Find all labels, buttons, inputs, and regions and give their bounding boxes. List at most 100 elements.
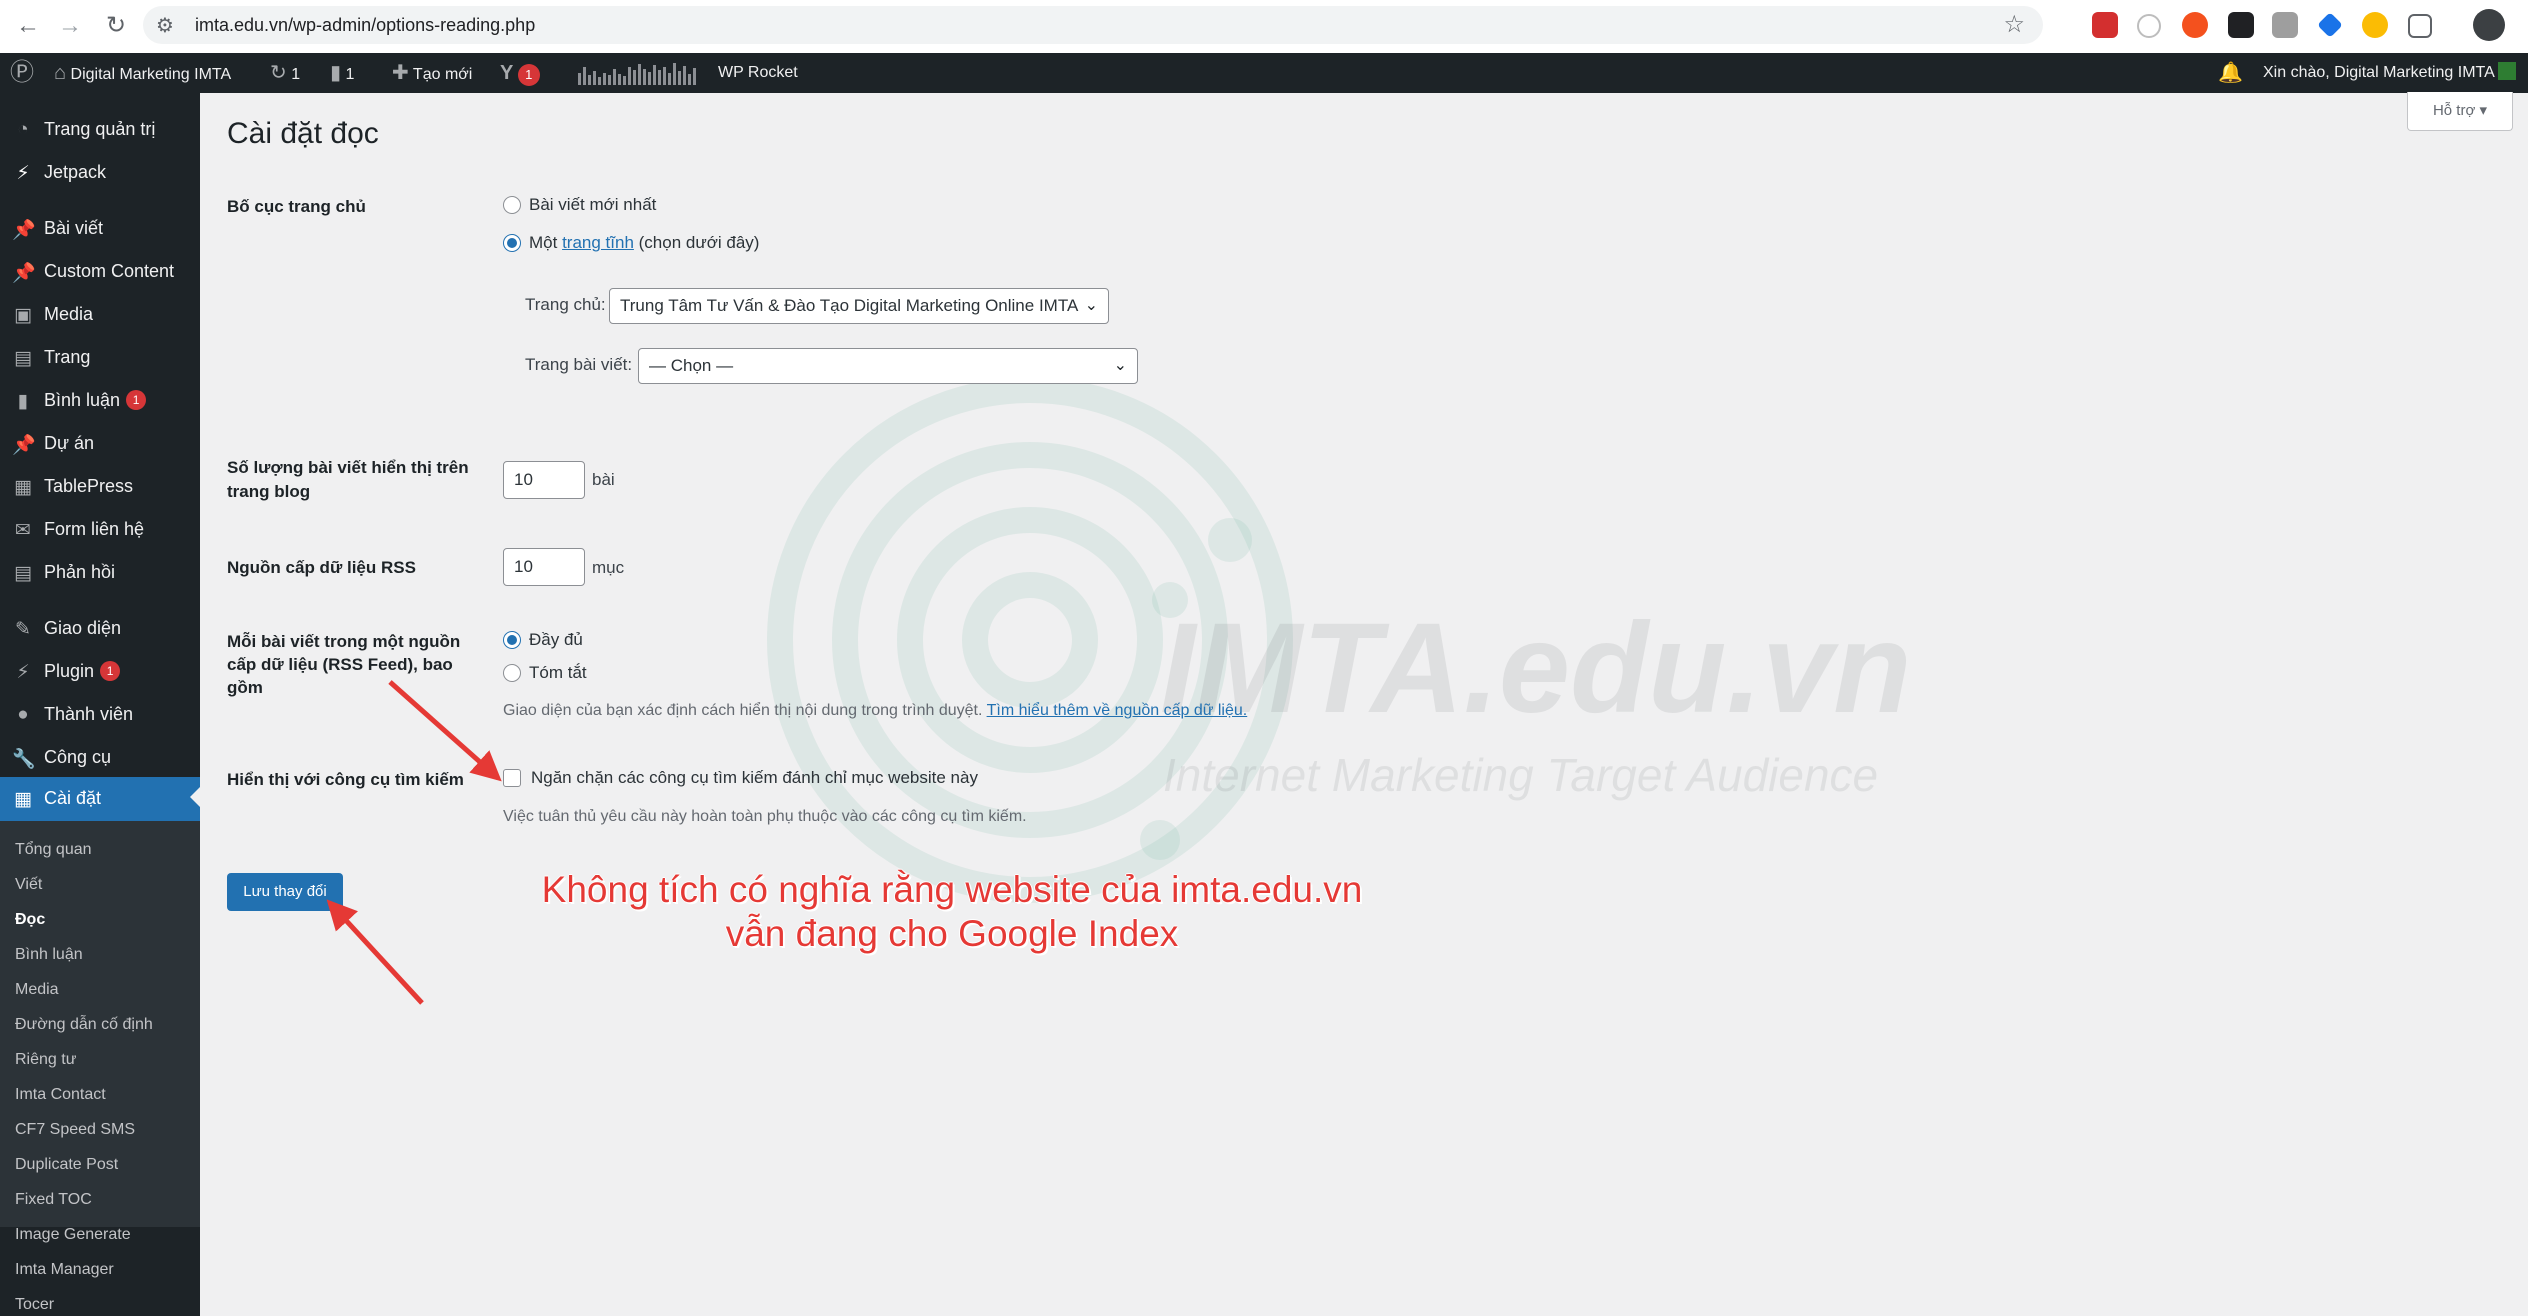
submenu-item-tocer[interactable]: Tocer: [15, 1296, 54, 1314]
sidebar-item-comments[interactable]: ▮ Bình luận 1: [0, 381, 200, 421]
settings-submenu: Tổng quan Viết Đọc Bình luận Media Đường…: [0, 821, 200, 1313]
sidebar-item-posts[interactable]: 📌 Bài viết: [0, 209, 200, 249]
sidebar-item-dashboard[interactable]: ◔ Trang quản trị: [0, 110, 200, 150]
rss-count-input[interactable]: 10: [503, 548, 585, 586]
sidebar-item-appearance[interactable]: ✎ Giao diện: [0, 609, 200, 649]
pin-icon: 📌: [12, 220, 36, 241]
comments-badge: 1: [126, 390, 147, 410]
submenu-item-privacy[interactable]: Riêng tư: [15, 1051, 76, 1069]
forward-icon[interactable]: →: [54, 10, 86, 42]
new-content-link[interactable]: ✚ Tạo mới: [392, 53, 472, 93]
updates-link[interactable]: ↻ 1: [270, 53, 300, 93]
submenu-item-discussion[interactable]: Bình luận: [15, 946, 83, 964]
url-text[interactable]: imta.edu.vn/wp-admin/options-reading.php: [195, 15, 535, 36]
option-full-label: Đầy đủ: [529, 630, 583, 649]
submenu-item-image-generate[interactable]: Image Generate: [15, 1226, 131, 1244]
submenu-item-imta-manager[interactable]: Imta Manager: [15, 1261, 114, 1279]
submenu-item-duplicate-post[interactable]: Duplicate Post: [15, 1156, 118, 1174]
save-changes-button[interactable]: Lưu thay đổi: [227, 873, 343, 911]
updates-count: 1: [291, 66, 301, 83]
sidebar-item-projects[interactable]: 📌 Dự án: [0, 424, 200, 464]
back-icon[interactable]: ←: [12, 10, 44, 42]
extensions-icon[interactable]: [2408, 14, 2432, 38]
wrench-icon: 🔧: [12, 749, 36, 770]
sidebar-item-settings[interactable]: ▦ Cài đặt: [0, 777, 200, 821]
comment-icon: ▮: [330, 62, 342, 84]
reload-icon[interactable]: ↻: [100, 10, 132, 42]
user-icon: ●: [17, 704, 29, 725]
notification-bell-icon[interactable]: 🔔: [2218, 53, 2243, 93]
sidebar-item-tools[interactable]: 🔧 Công cụ: [0, 738, 200, 778]
search-visibility-label: Hiển thị với công cụ tìm kiếm: [227, 770, 464, 789]
radio-full-text[interactable]: [503, 631, 521, 649]
wp-rocket-link[interactable]: WP Rocket: [718, 53, 798, 93]
media-icon: ▣: [14, 305, 32, 326]
extension-tag-icon[interactable]: [2317, 12, 2343, 38]
sidebar-item-jetpack[interactable]: ⚡ Jetpack: [0, 153, 200, 193]
option-static-pre: Một: [529, 233, 558, 252]
settings-icon: ▦: [14, 789, 32, 810]
option-latest-posts[interactable]: Bài viết mới nhất: [503, 195, 656, 215]
yoast-link[interactable]: Y 1: [500, 53, 540, 93]
feed-learn-more-link[interactable]: Tìm hiểu thêm về nguồn cấp dữ liệu.: [987, 702, 1248, 719]
comments-link[interactable]: ▮ 1: [330, 53, 354, 93]
submenu-item-permalinks[interactable]: Đường dẫn cố định: [15, 1016, 153, 1034]
plus-icon: ✚: [392, 62, 409, 84]
submenu-item-media[interactable]: Media: [15, 981, 59, 999]
sidebar-item-feedback[interactable]: ▤ Phản hồi: [0, 553, 200, 593]
mail-icon: ✉: [15, 520, 31, 541]
my-account-link[interactable]: Xin chào, Digital Marketing IMTA: [2263, 53, 2517, 93]
sidebar-item-users[interactable]: ● Thành viên: [0, 695, 200, 735]
sidebar-item-custom-content[interactable]: 📌 Custom Content: [0, 252, 200, 292]
submenu-item-cf7-speed-sms[interactable]: CF7 Speed SMS: [15, 1121, 135, 1139]
discourage-search-option[interactable]: Ngăn chặn các công cụ tìm kiếm đánh chỉ …: [503, 768, 978, 788]
extension-gear-icon[interactable]: [2362, 12, 2388, 38]
sidebar-item-label: Phản hồi: [44, 562, 116, 582]
static-page-link[interactable]: trang tĩnh: [562, 233, 634, 252]
radio-static-page[interactable]: [503, 234, 521, 252]
sidebar-item-label: TablePress: [44, 476, 134, 496]
option-static-post: (chọn dưới đây): [638, 233, 760, 252]
front-page-select[interactable]: Trung Tâm Tư Vấn & Đào Tạo Digital Marke…: [609, 288, 1109, 324]
wordpress-logo-icon[interactable]: Ⓟ: [10, 53, 34, 93]
radio-summary[interactable]: [503, 664, 521, 682]
sidebar-item-tablepress[interactable]: ▦ TablePress: [0, 467, 200, 507]
extension-fox-icon[interactable]: [2182, 12, 2208, 38]
address-bar[interactable]: ⚙ imta.edu.vn/wp-admin/options-reading.p…: [143, 6, 2043, 44]
sidebar-item-label: Dự án: [44, 433, 95, 453]
compass-icon[interactable]: [2137, 14, 2161, 38]
submenu-item-fixed-toc[interactable]: Fixed TOC: [15, 1191, 92, 1209]
submenu-item-general[interactable]: Tổng quan: [15, 841, 92, 859]
help-tab-button[interactable]: Hỗ trợ ▾: [2407, 92, 2513, 131]
pin-icon: 📌: [12, 435, 36, 456]
sidebar-item-label: Jetpack: [44, 162, 107, 182]
posts-per-page-unit: bài: [592, 470, 615, 489]
posts-page-select[interactable]: — Chọn — ⌄: [638, 348, 1138, 384]
option-static-page[interactable]: Một trang tĩnh (chọn dưới đây): [503, 233, 759, 253]
discourage-search-label: Ngăn chặn các công cụ tìm kiếm đánh chỉ …: [531, 768, 978, 787]
extension-code-icon[interactable]: [2272, 12, 2298, 38]
option-full-text[interactable]: Đầy đủ: [503, 630, 583, 650]
bookmark-star-icon[interactable]: ☆: [2003, 10, 2025, 39]
plugin-icon: ⚡: [16, 662, 30, 683]
option-summary[interactable]: Tóm tắt: [503, 663, 587, 683]
stats-sparkline[interactable]: [578, 61, 698, 85]
sidebar-item-media[interactable]: ▣ Media: [0, 295, 200, 335]
submenu-item-writing[interactable]: Viết: [15, 876, 42, 894]
sidebar-item-pages[interactable]: ▤ Trang: [0, 338, 200, 378]
comments-count: 1: [345, 66, 355, 83]
submenu-item-imta-contact[interactable]: Imta Contact: [15, 1086, 106, 1104]
extension-pen-icon[interactable]: [2228, 12, 2254, 38]
posts-per-page-input[interactable]: 10: [503, 461, 585, 499]
sidebar-item-contact-form[interactable]: ✉ Form liên hệ: [0, 510, 200, 550]
sidebar-item-label: Bình luận: [44, 390, 121, 410]
site-settings-icon[interactable]: ⚙: [156, 13, 174, 38]
table-icon: ▦: [14, 477, 32, 498]
extension-s-icon[interactable]: [2092, 12, 2118, 38]
discourage-search-checkbox[interactable]: [503, 769, 521, 787]
profile-avatar[interactable]: [2473, 9, 2505, 41]
sidebar-item-plugins[interactable]: ⚡ Plugin 1: [0, 652, 200, 692]
radio-latest-posts[interactable]: [503, 196, 521, 214]
site-name-link[interactable]: ⌂ Digital Marketing IMTA: [54, 53, 231, 93]
submenu-item-reading[interactable]: Đọc: [15, 911, 45, 929]
